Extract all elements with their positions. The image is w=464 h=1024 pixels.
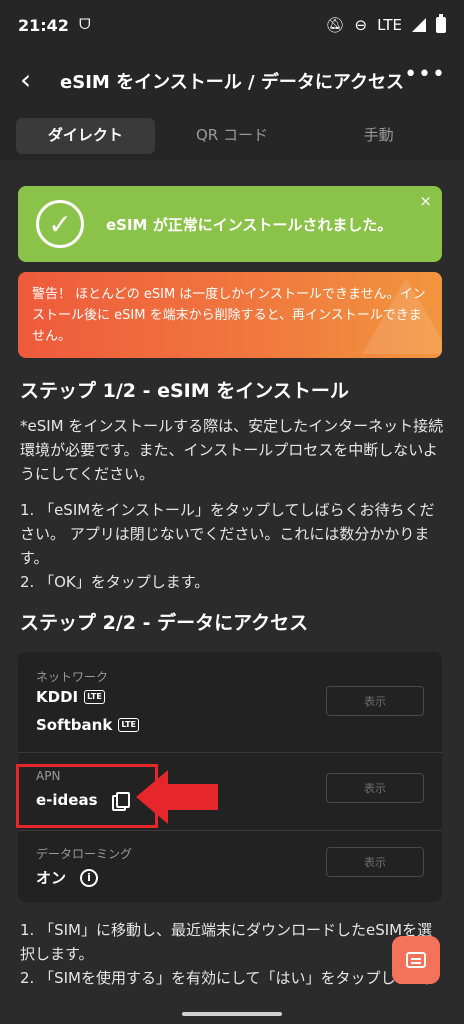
page-title: eSIM をインストール / データにアクセス xyxy=(60,72,404,93)
mute-icon: 🔕︎ xyxy=(325,16,345,34)
tab-qr-code[interactable]: QR コード xyxy=(163,118,302,154)
red-arrow-icon xyxy=(136,770,218,824)
tab-direct[interactable]: ダイレクト xyxy=(16,118,155,154)
home-indicator[interactable] xyxy=(182,1012,282,1016)
network-row: ネットワーク KDDI LTE Softbank LTE 表示 xyxy=(18,652,442,752)
info-icon[interactable]: i xyxy=(80,868,99,887)
show-apn-button[interactable]: 表示 xyxy=(326,773,424,803)
step1-list: 1. 「eSIMをインストール」をタップしてしばらくお待ちください。 アプリは閉… xyxy=(20,501,435,591)
roaming-label: データローミング xyxy=(36,847,133,861)
show-network-button[interactable]: 表示 xyxy=(326,686,424,716)
close-icon[interactable]: × xyxy=(419,192,432,210)
chat-icon xyxy=(406,952,426,968)
more-options-icon[interactable]: ••• xyxy=(404,62,446,87)
dnd-icon: ⊖ xyxy=(354,16,368,34)
network-kddi: KDDI LTE xyxy=(36,688,105,706)
status-time: 21:42 xyxy=(18,15,69,35)
roaming-value-text: オン xyxy=(36,869,67,887)
network-kddi-text: KDDI xyxy=(36,688,79,706)
lte-badge: LTE xyxy=(118,718,140,732)
step1-note: *eSIM をインストールする際は、安定したインターネット接続環境が必要です。ま… xyxy=(20,417,444,483)
network-softbank-text: Softbank xyxy=(36,716,113,734)
status-icons: 🔕︎ ⊖ LTE xyxy=(325,14,446,34)
check-circle-icon: ✓ xyxy=(36,200,84,248)
network-label: ネットワーク xyxy=(36,670,109,684)
step2-instructions: 1. 「SIM」に移動し、最近端末にダウンロードしたeSIMを選択します。 2.… xyxy=(20,921,440,987)
notification-icon: ᗜ xyxy=(78,17,91,33)
back-button[interactable]: ‹ xyxy=(20,64,31,96)
roaming-value: オン i xyxy=(36,867,99,888)
success-message: eSIM が正常にインストールされました。 xyxy=(106,215,393,234)
chat-support-button[interactable] xyxy=(392,936,440,984)
roaming-row: データローミング オン i 表示 xyxy=(18,830,442,902)
show-roaming-button[interactable]: 表示 xyxy=(326,847,424,877)
tab-manual[interactable]: 手動 xyxy=(309,118,448,154)
step2-title: ステップ 2/2 - データにアクセス xyxy=(20,612,309,634)
main-content: ✓ eSIM が正常にインストールされました。 × 警告！ ほとんどの eSIM… xyxy=(0,160,464,1024)
network-softbank: Softbank LTE xyxy=(36,716,140,734)
network-type: LTE xyxy=(377,16,402,34)
status-bar: 21:42 ᗜ 🔕︎ ⊖ LTE xyxy=(0,0,464,50)
app-header: ‹ eSIM をインストール / データにアクセス ••• xyxy=(0,50,464,112)
battery-icon xyxy=(436,14,446,33)
success-banner: ✓ eSIM が正常にインストールされました。 × xyxy=(18,186,442,262)
install-method-tabs: ダイレクト QR コード 手動 xyxy=(0,112,464,160)
signal-icon xyxy=(412,18,426,32)
lte-badge: LTE xyxy=(84,690,105,704)
step1-title: ステップ 1/2 - eSIM をインストール xyxy=(20,380,349,402)
warning-banner: 警告！ ほとんどの eSIM は一度しかインストールできません。インストール後に… xyxy=(18,272,442,358)
